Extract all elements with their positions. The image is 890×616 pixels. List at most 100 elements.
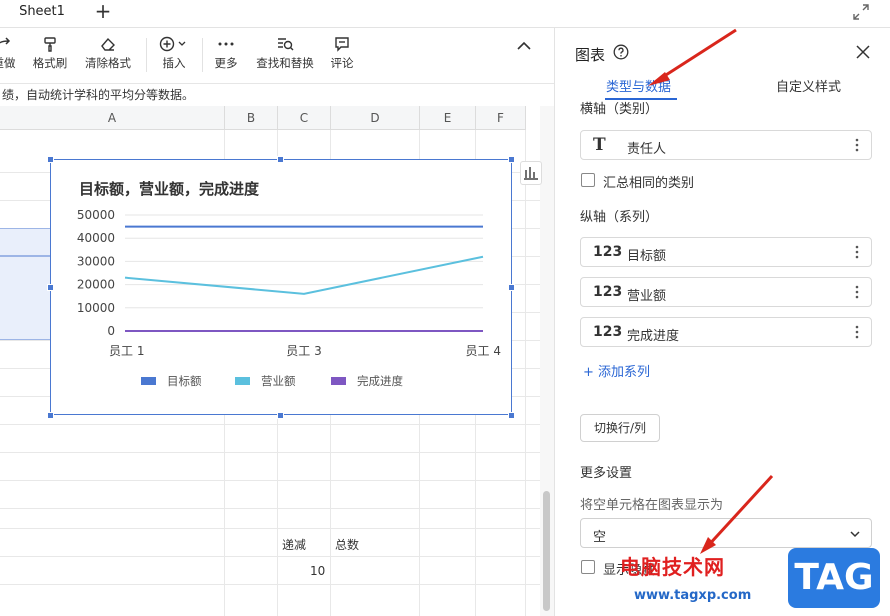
number-type-icon: 123 (593, 324, 623, 340)
resize-handle[interactable] (277, 412, 284, 419)
y-tick-label: 0 (107, 324, 115, 338)
x-tick-label: 员工 3 (286, 344, 321, 358)
redo-icon (0, 37, 11, 45)
format-painter-label: 格式刷 (32, 56, 68, 70)
text-type-icon: T (593, 135, 606, 155)
grid-line (525, 130, 526, 616)
app-window: Sheet1 + 重做 格式刷 清除格式 插入 更多 (0, 0, 890, 616)
eraser-icon (101, 37, 115, 51)
tab-type-and-data[interactable]: 类型与数据 (606, 76, 671, 95)
find-replace-button[interactable]: 查找和替换 (252, 36, 318, 78)
cell-c-value[interactable]: 10 (310, 564, 325, 578)
comment-button[interactable]: 评论 (326, 36, 358, 78)
y-tick-label: 50000 (77, 208, 115, 222)
insert-button[interactable]: 插入 (154, 36, 194, 78)
resize-handle[interactable] (508, 156, 515, 163)
more-label: 更多 (214, 56, 238, 70)
toolbar-divider (146, 38, 147, 72)
cell-d-label[interactable]: 总数 (335, 536, 359, 553)
series-field-target[interactable]: 123 目标额 (580, 237, 872, 267)
chevron-up-icon[interactable] (514, 36, 534, 56)
tab-custom-style[interactable]: 自定义样式 (776, 76, 841, 95)
grid-line (0, 480, 540, 481)
legend-swatch (141, 377, 156, 385)
kebab-menu-icon[interactable] (851, 136, 863, 154)
series-field-name: 完成进度 (627, 329, 680, 344)
format-painter-icon (44, 37, 56, 52)
legend-swatch (235, 377, 250, 385)
grid-line (0, 556, 540, 557)
empty-cells-value: 空 (593, 530, 607, 545)
grid-line (0, 528, 540, 529)
series-field-progress[interactable]: 123 完成进度 (580, 317, 872, 347)
clear-format-label: 清除格式 (85, 56, 131, 70)
add-sheet-button[interactable]: + (92, 1, 114, 23)
vertical-scrollbar[interactable] (540, 106, 554, 616)
merge-same-checkbox[interactable] (581, 173, 595, 187)
insert-plus-icon (159, 36, 186, 52)
clear-format-button[interactable]: 清除格式 (80, 36, 136, 78)
chart-settings-button[interactable] (520, 161, 542, 185)
column-header-d[interactable]: D (331, 106, 420, 130)
resize-handle[interactable] (47, 412, 54, 419)
panel-title: 图表 (575, 46, 606, 64)
help-icon[interactable] (613, 44, 629, 60)
watermark-text: 电脑技术网 (620, 555, 725, 579)
column-header-b[interactable]: B (225, 106, 278, 130)
kebab-menu-icon[interactable] (851, 323, 863, 341)
switch-row-column-button[interactable]: 切换行/列 (580, 414, 660, 442)
column-header-f[interactable]: F (476, 106, 526, 130)
resize-handle[interactable] (277, 156, 284, 163)
selected-range[interactable] (0, 228, 50, 256)
more-settings-heading: 更多设置 (580, 466, 633, 481)
column-header-c[interactable]: C (278, 106, 331, 130)
add-series-link[interactable]: + 添加系列 (583, 361, 650, 380)
chevron-down-icon (850, 531, 860, 538)
series-field-revenue[interactable]: 123 营业额 (580, 277, 872, 307)
resize-handle[interactable] (47, 156, 54, 163)
toolbar-divider (202, 38, 203, 72)
kebab-menu-icon[interactable] (851, 243, 863, 261)
chart-settings-panel: 图表 类型与数据 自定义样式 横轴（类别） T 责任人 汇总相同的类别 纵轴（系… (554, 28, 890, 616)
sheet-tab-sheet1[interactable]: Sheet1 (8, 0, 76, 26)
selected-range[interactable] (0, 256, 50, 340)
resize-handle[interactable] (47, 284, 54, 291)
grid-line (0, 452, 540, 453)
scrollbar-thumb[interactable] (543, 491, 550, 611)
format-painter-button[interactable]: 格式刷 (28, 36, 72, 78)
column-header-a[interactable]: A (0, 106, 225, 130)
cell-c-label[interactable]: 递减 (282, 536, 306, 553)
x-tick-label: 员工 1 (109, 344, 144, 358)
merge-same-label: 汇总相同的类别 (603, 176, 695, 191)
y-tick-label: 30000 (77, 254, 115, 268)
sheet-tabs-bar: Sheet1 + (0, 0, 890, 28)
comment-icon (335, 37, 349, 52)
y-axis-label: 纵轴（系列） (580, 210, 659, 225)
resize-handle[interactable] (508, 284, 515, 291)
series-field-name: 目标额 (627, 249, 667, 264)
legend-label: 目标额 (167, 374, 202, 388)
empty-cells-label: 将空单元格在图表显示为 (580, 498, 724, 513)
x-axis-label: 横轴（类别） (580, 102, 659, 117)
legend-label: 营业额 (261, 374, 296, 388)
redo-button[interactable]: 重做 (0, 36, 22, 78)
more-button[interactable]: 更多 (210, 36, 242, 78)
watermark-logo: TAG (788, 548, 880, 608)
series-line (124, 255, 484, 295)
y-tick-label: 20000 (77, 278, 115, 292)
expand-icon[interactable] (852, 3, 870, 21)
show-hidden-checkbox[interactable] (581, 560, 595, 574)
line-chart-svg: 0 10000 20000 30000 40000 50000 员工 1 员工 3 员工 4 目标… (77, 208, 501, 388)
x-tick-label: 员工 4 (466, 344, 501, 358)
grid-line (0, 424, 540, 425)
x-axis-field[interactable]: T 责任人 (580, 130, 872, 160)
resize-handle[interactable] (508, 412, 515, 419)
info-text: 绩，自动统计学科的平均分等数据。 (0, 84, 554, 106)
empty-cells-select[interactable]: 空 (580, 518, 872, 548)
column-header-e[interactable]: E (420, 106, 476, 130)
close-icon[interactable] (855, 44, 871, 60)
grid-line (0, 508, 540, 509)
legend-swatch (331, 377, 346, 385)
kebab-menu-icon[interactable] (851, 283, 863, 301)
chart-object[interactable]: 目标额，营业额，完成进度 0 10000 20000 30000 40000 50000 员… (50, 159, 512, 415)
